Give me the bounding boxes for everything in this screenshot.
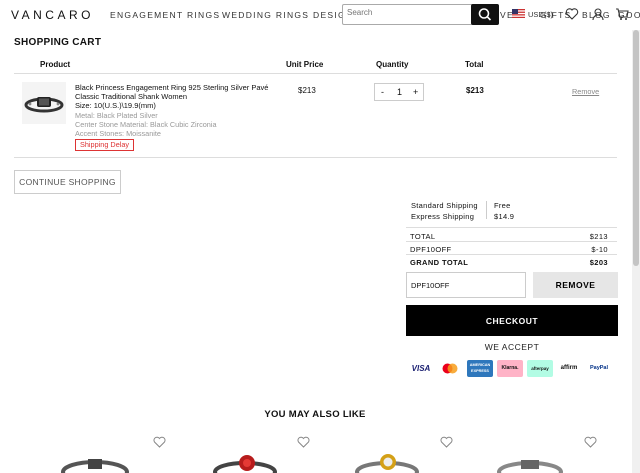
- nav-designer[interactable]: DESIG: [313, 10, 346, 20]
- divider: [14, 73, 617, 74]
- summary-value: $213: [589, 232, 608, 241]
- checkout-button[interactable]: CHECKOUT: [406, 305, 618, 336]
- wishlist-heart-icon[interactable]: [440, 436, 453, 448]
- col-header-total: Total: [465, 60, 484, 69]
- summary-label: DPF10OFF: [410, 245, 452, 254]
- ring-image: [24, 97, 64, 113]
- recommended-ring-image[interactable]: [495, 452, 565, 473]
- shipping-delay-badge: Shipping Delay: [75, 139, 135, 151]
- coupon-input[interactable]: [411, 281, 521, 290]
- logo[interactable]: VANCARO: [11, 8, 94, 22]
- divider: [406, 241, 617, 242]
- product-metal: Metal: Black Plated Silver: [75, 111, 158, 120]
- shipping-value: $14.9: [494, 212, 515, 221]
- wishlist-heart-icon[interactable]: [584, 436, 597, 448]
- summary-value: $-10: [591, 245, 608, 254]
- we-accept-heading: WE ACCEPT: [484, 342, 540, 352]
- col-header-quantity: Quantity: [376, 60, 409, 69]
- item-total: $213: [466, 86, 484, 95]
- heart-icon[interactable]: [565, 7, 579, 21]
- scrollbar-thumb[interactable]: [633, 30, 639, 266]
- shipping-option-express[interactable]: Express Shipping $14.9: [411, 212, 514, 221]
- mastercard-icon: [437, 360, 463, 377]
- summary-total-row: TOTAL $213: [410, 232, 608, 241]
- summary-grand-total-row: GRAND TOTAL $203: [410, 258, 608, 267]
- us-flag-icon[interactable]: [512, 9, 525, 18]
- quantity-decrease-button[interactable]: -: [381, 87, 384, 97]
- summary-label: GRAND TOTAL: [410, 258, 469, 267]
- product-center-stone: Center Stone Material: Black Cubic Zirco…: [75, 120, 217, 129]
- divider: [406, 227, 617, 228]
- remove-item-link[interactable]: Remove: [572, 87, 599, 96]
- divider: [406, 254, 617, 255]
- quantity-increase-button[interactable]: +: [413, 87, 418, 97]
- afterpay-icon: afterpay: [527, 360, 553, 377]
- klarna-icon: Klarna.: [497, 360, 523, 377]
- continue-shopping-button[interactable]: CONTINUE SHOPPING: [14, 170, 121, 194]
- wishlist-heart-icon[interactable]: [297, 436, 310, 448]
- product-thumbnail[interactable]: [22, 82, 66, 124]
- col-header-product: Product: [40, 60, 71, 69]
- col-header-unit-price: Unit Price: [286, 60, 324, 69]
- site-header: VANCARO ENGAGEMENT RINGS WEDDING RINGS D…: [0, 0, 640, 30]
- wishlist-heart-icon[interactable]: [153, 436, 166, 448]
- quantity-value[interactable]: 1: [397, 87, 402, 97]
- divider: [14, 157, 617, 158]
- summary-label: TOTAL: [410, 232, 436, 241]
- coupon-field: [406, 272, 526, 298]
- summary-value: $203: [589, 258, 608, 267]
- shipping-value: Free: [494, 201, 511, 210]
- nav-wedding-rings[interactable]: WEDDING RINGS: [222, 10, 309, 20]
- nav-more[interactable]: GOO: [618, 10, 640, 20]
- affirm-icon: affirm: [560, 365, 578, 371]
- unit-price: $213: [298, 86, 316, 95]
- remove-coupon-button[interactable]: REMOVE: [533, 272, 618, 298]
- recommended-ring-image[interactable]: [210, 452, 280, 473]
- product-size: Size: 10(U.S.)\19.9(mm): [75, 101, 156, 110]
- page-title: SHOPPING CART: [14, 37, 102, 48]
- nav-engagement-rings[interactable]: ENGAGEMENT RINGS: [110, 10, 220, 20]
- search-input[interactable]: [347, 8, 467, 17]
- shipping-label: Express Shipping: [411, 212, 475, 221]
- paypal-icon: PayPal: [589, 365, 609, 371]
- recommendations-title: YOU MAY ALSO LIKE: [264, 409, 366, 420]
- shipping-label: Standard Shipping: [411, 201, 478, 210]
- search-button[interactable]: [471, 4, 499, 25]
- visa-icon: VISA: [411, 364, 431, 373]
- product-name[interactable]: Black Princess Engagement Ring 925 Sterl…: [75, 83, 287, 101]
- search-icon: [478, 8, 492, 21]
- divider: [486, 201, 487, 219]
- user-icon[interactable]: [591, 7, 605, 21]
- quantity-stepper: - 1 +: [374, 83, 424, 101]
- recommended-ring-image[interactable]: [352, 452, 422, 473]
- amex-icon: AMERICAN EXPRESS: [467, 360, 493, 377]
- summary-discount-row: DPF10OFF $-10: [410, 245, 608, 254]
- recommended-ring-image[interactable]: [60, 452, 130, 473]
- shipping-option-standard[interactable]: Standard Shipping Free: [411, 201, 510, 210]
- product-accent-stones: Accent Stones: Moissanite: [75, 129, 161, 138]
